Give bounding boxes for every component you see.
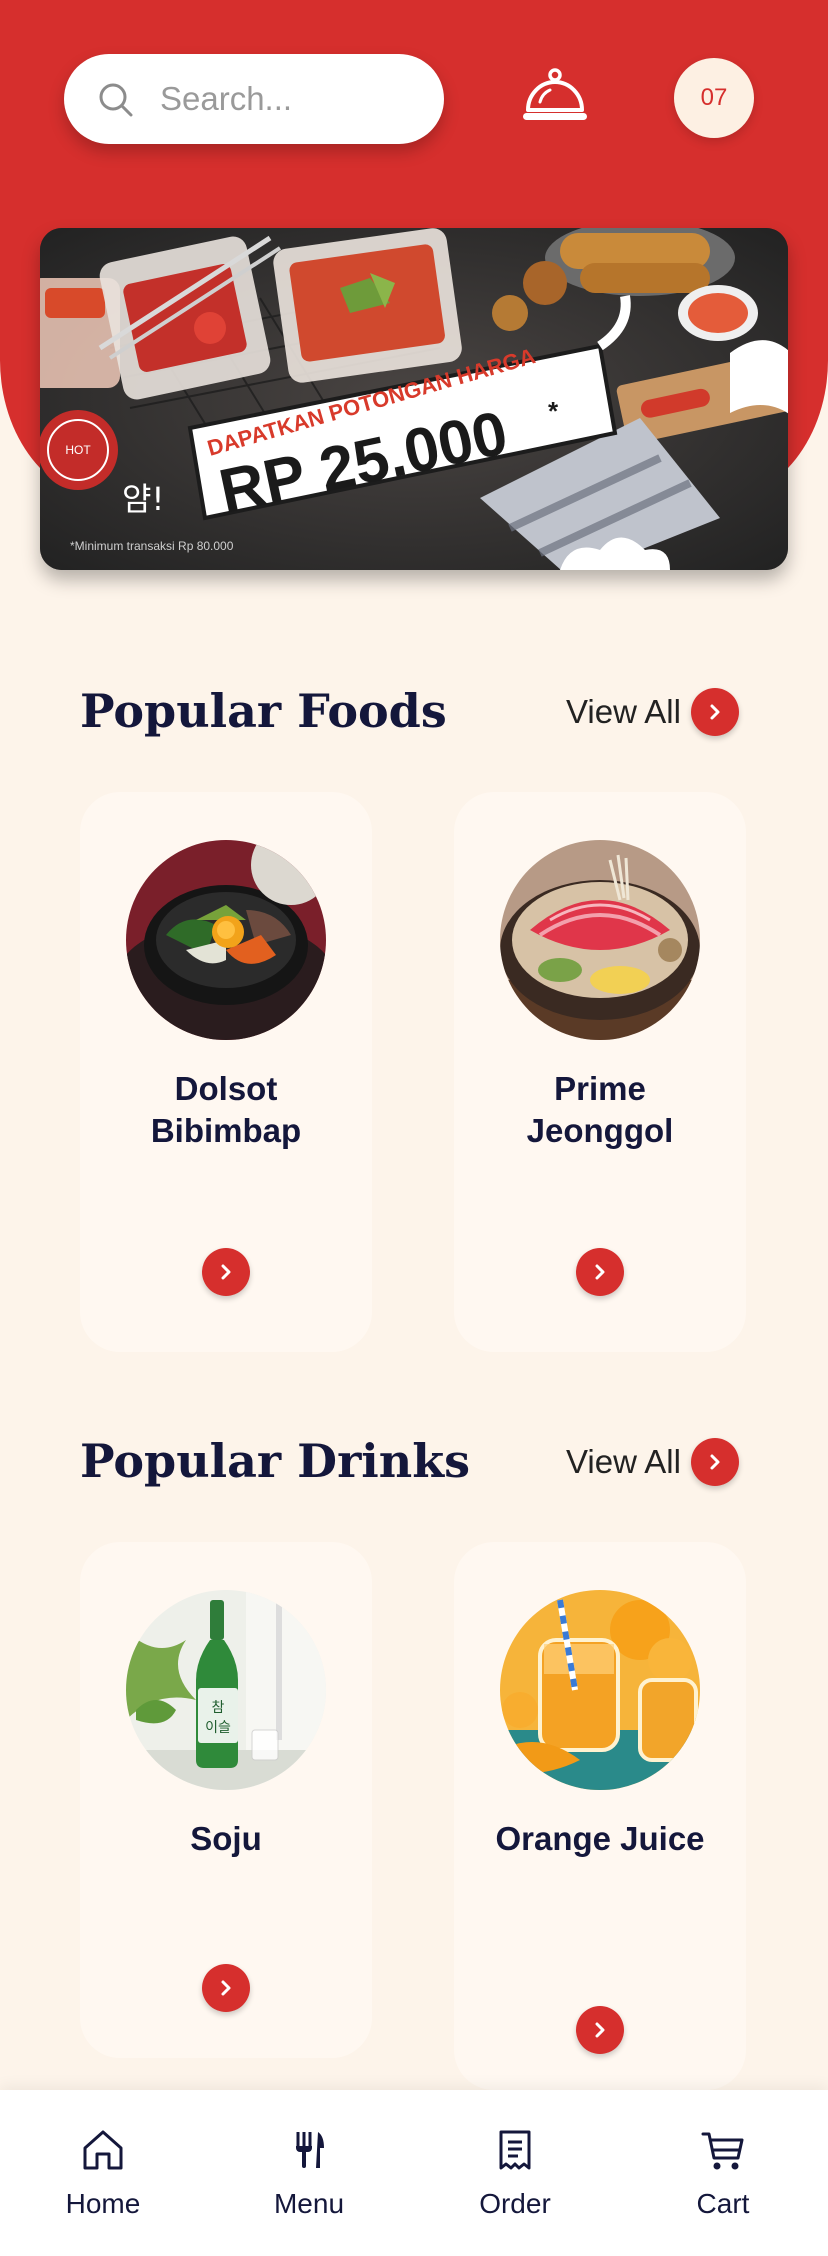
svg-text:참: 참: [212, 1700, 225, 1716]
receipt-icon: [499, 2130, 531, 2170]
orange-juice-image: [500, 1590, 700, 1790]
svg-text:이슬: 이슬: [205, 1720, 231, 1736]
chevron-right-icon: [690, 688, 739, 736]
bottom-navigation: Home Menu Order Cart: [0, 2090, 828, 2256]
chevron-right-icon[interactable]: [202, 1964, 250, 2012]
food-card-dolsot-bibimbap[interactable]: Dolsot Bibimbap: [80, 792, 372, 1352]
promo-banner[interactable]: HOT DAPATKAN POTONGAN HARGA RP 25.000 * …: [40, 228, 788, 570]
nav-item-order[interactable]: Order: [440, 2126, 590, 2220]
drink-card-orange-juice[interactable]: Orange Juice: [454, 1542, 746, 2090]
banner-korean-text: 얌!: [122, 480, 164, 518]
utensils-icon: [296, 2132, 324, 2168]
drink-card-soju[interactable]: 참 이슬 Soju: [80, 1542, 372, 2058]
chevron-right-icon[interactable]: [576, 1248, 624, 1296]
jeonggol-image: [500, 840, 700, 1040]
table-number: 07: [700, 84, 728, 111]
popular-foods-title: Popular Foods: [80, 684, 447, 738]
bibimbap-image: [126, 840, 326, 1040]
cart-icon: [701, 2132, 744, 2170]
nav-label-order: Order: [479, 2188, 551, 2219]
view-all-label: View All: [566, 1443, 681, 1480]
search-bar[interactable]: [64, 54, 444, 144]
nav-label-home: Home: [65, 2188, 141, 2219]
home-icon: [83, 2130, 123, 2170]
search-input[interactable]: [160, 74, 420, 124]
nav-label-menu: Menu: [273, 2188, 345, 2219]
view-all-label: View All: [566, 693, 681, 730]
nav-item-menu[interactable]: Menu: [234, 2126, 384, 2220]
banner-footnote: *Minimum transaksi Rp 80.000: [70, 539, 234, 553]
popular-foods-view-all[interactable]: View All: [566, 688, 739, 736]
banner-asterisk: *: [548, 396, 559, 426]
soju-image: 참 이슬: [126, 1590, 326, 1790]
drink-name: Orange Juice: [495, 1820, 705, 1857]
svg-text:HOT: HOT: [65, 443, 91, 457]
service-bell-icon[interactable]: [520, 66, 590, 126]
chevron-right-icon: [690, 1438, 739, 1486]
popular-drinks-title: Popular Drinks: [80, 1434, 470, 1488]
search-icon: [99, 83, 133, 117]
chevron-right-icon[interactable]: [576, 2006, 624, 2054]
drink-name: Soju: [190, 1820, 262, 1857]
nav-label-cart: Cart: [696, 2188, 750, 2219]
popular-drinks-view-all[interactable]: View All: [566, 1438, 739, 1486]
nav-item-cart[interactable]: Cart: [648, 2126, 798, 2220]
food-name: Prime Jeonggol: [526, 1070, 674, 1149]
chevron-right-icon[interactable]: [202, 1248, 250, 1296]
food-card-prime-jeonggol[interactable]: Prime Jeonggol: [454, 792, 746, 1352]
table-number-badge[interactable]: 07: [674, 58, 754, 138]
food-name: Dolsot Bibimbap: [150, 1070, 302, 1149]
nav-item-home[interactable]: Home: [28, 2126, 178, 2220]
